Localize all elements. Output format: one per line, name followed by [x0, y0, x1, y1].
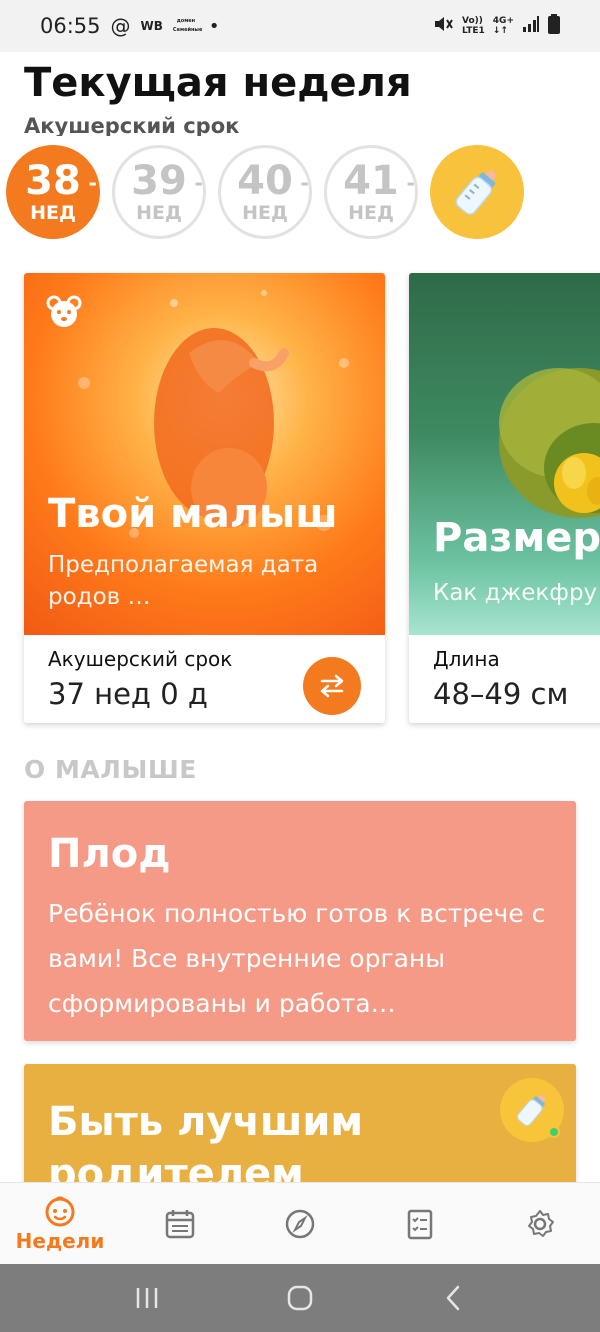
- baby-card-footer: Акушерский срок 37 нед 0 д: [24, 635, 385, 723]
- baby-card-title: Твой малыш: [48, 491, 338, 537]
- bear-icon: [46, 295, 82, 327]
- wb-icon: WB: [140, 19, 163, 33]
- nav-calendar[interactable]: [120, 1183, 240, 1264]
- system-navigation-bar: [0, 1264, 600, 1332]
- week-chip-38[interactable]: 38- НЕД: [6, 145, 100, 239]
- size-card[interactable]: Размер Как джекфру Длина 48–49 см: [409, 273, 600, 723]
- fetus-info-card[interactable]: Плод Ребёнок полностью готов к встрече с…: [24, 801, 576, 1041]
- checklist-icon: [407, 1209, 433, 1239]
- week-dash: -: [300, 171, 309, 195]
- recent-apps-icon: [136, 1288, 157, 1308]
- section-title-about-baby: О МАЛЫШЕ: [24, 755, 197, 784]
- baby-bottle-icon: [516, 1094, 546, 1127]
- status-bar: 06:55 @ WB домен Семейные • Vo)) LTE1 4G…: [0, 0, 600, 52]
- nav-weeks[interactable]: Недели: [0, 1183, 120, 1264]
- home-icon: [287, 1285, 313, 1311]
- nav-weeks-label: Недели: [15, 1228, 105, 1253]
- week-unit: НЕД: [136, 202, 182, 224]
- size-card-footer: Длина 48–49 см: [409, 635, 600, 723]
- notification-dot: •: [208, 15, 220, 37]
- at-icon: @: [110, 14, 131, 38]
- week-chip-40[interactable]: 40- НЕД: [218, 145, 312, 239]
- size-card-subtitle: Как джекфру: [433, 580, 598, 606]
- parent-card-title: Быть лучшим родителем: [48, 1099, 364, 1194]
- baby-card[interactable]: Твой малыш Предполагаемая дата родов … А…: [24, 273, 385, 723]
- week-number-value: 41: [343, 158, 399, 204]
- baby-bottle-icon: [455, 170, 496, 215]
- swap-arrows-icon: [320, 674, 344, 698]
- week-chip-41[interactable]: 41- НЕД: [324, 145, 418, 239]
- nav-explore[interactable]: [240, 1183, 360, 1264]
- back-button[interactable]: [423, 1268, 483, 1328]
- week-chip-39[interactable]: 39- НЕД: [112, 145, 206, 239]
- battery-icon: [548, 13, 560, 39]
- home-button[interactable]: [270, 1268, 330, 1328]
- page-title: Текущая неделя: [24, 60, 412, 106]
- week-unit: НЕД: [30, 202, 76, 224]
- signal-icon: [522, 14, 540, 38]
- week-number: 38-: [25, 158, 97, 204]
- network-type-icon: 4G+ ↓↑: [492, 16, 514, 36]
- nav-checklist[interactable]: [360, 1183, 480, 1264]
- nav-settings[interactable]: [480, 1183, 600, 1264]
- volte-icon: Vo)) LTE1: [462, 16, 485, 36]
- new-indicator-dot: [548, 1126, 560, 1138]
- length-value: 48–49 см: [433, 677, 569, 711]
- baby-face-icon: [45, 1196, 75, 1226]
- week-number-value: 38: [25, 158, 81, 204]
- baby-card-subtitle: Предполагаемая дата родов …: [48, 552, 319, 610]
- back-icon: [447, 1285, 460, 1311]
- mute-icon: [432, 13, 454, 40]
- week-selector: 38- НЕД 39- НЕД 40- НЕД 41- НЕД: [6, 145, 524, 240]
- page-subtitle: Акушерский срок: [24, 114, 240, 136]
- week-number: 40-: [237, 158, 309, 204]
- week-number-value: 39: [131, 158, 187, 204]
- week-unit: НЕД: [242, 202, 288, 224]
- week-dash: -: [194, 171, 203, 195]
- baby-born-button[interactable]: [430, 145, 524, 239]
- length-label: Длина: [433, 647, 500, 671]
- compass-icon: [285, 1209, 315, 1238]
- bottom-nav: Недели: [0, 1182, 600, 1264]
- week-unit: НЕД: [348, 202, 394, 224]
- swap-term-button[interactable]: [303, 657, 361, 715]
- gear-icon: [528, 1209, 554, 1237]
- fetus-card-text: Ребёнок полностью готов к встрече с вами…: [48, 899, 546, 1018]
- app-notification-icon: домен Семейные: [172, 18, 203, 33]
- week-dash: -: [88, 171, 97, 195]
- fetus-card-title: Плод: [48, 831, 171, 877]
- week-number: 41-: [343, 158, 415, 204]
- recent-apps-button[interactable]: [117, 1268, 177, 1328]
- baby-card-image: Твой малыш Предполагаемая дата родов …: [24, 273, 385, 635]
- week-number-value: 40: [237, 158, 293, 204]
- parent-info-card[interactable]: Быть лучшим родителем: [24, 1064, 576, 1194]
- size-card-image: Размер Как джекфру: [409, 273, 600, 635]
- week-dash: -: [406, 171, 415, 195]
- parent-badge: [500, 1078, 564, 1142]
- calendar-icon: [165, 1209, 195, 1238]
- size-card-title: Размер: [433, 515, 600, 561]
- status-time: 06:55: [40, 14, 101, 38]
- week-number: 39-: [131, 158, 203, 204]
